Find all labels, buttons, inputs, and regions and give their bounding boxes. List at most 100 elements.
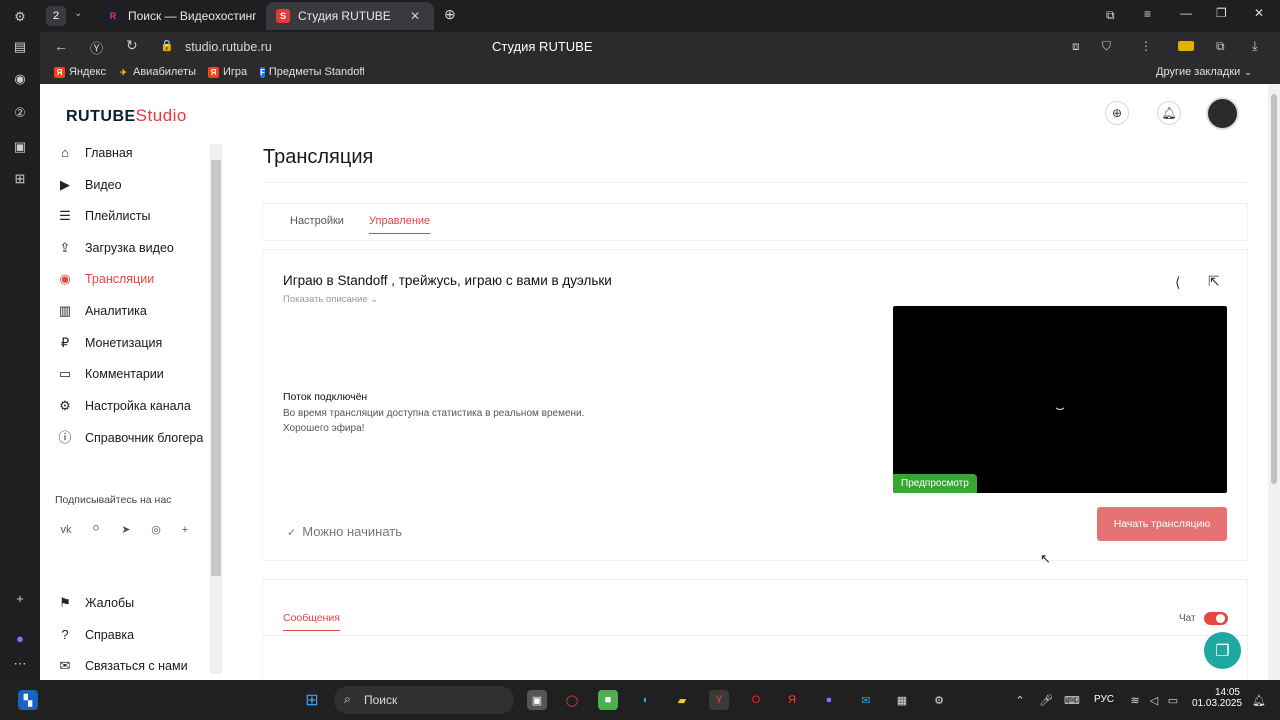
page-scroll-thumb[interactable] xyxy=(1271,94,1277,484)
opera-icon[interactable]: O xyxy=(746,690,766,710)
mail-app-icon[interactable]: ✉ xyxy=(856,690,876,710)
windows-start-icon[interactable]: ⊞ xyxy=(302,690,322,710)
show-description-link[interactable]: Показать описание ⌄ xyxy=(283,294,378,305)
steam-icon[interactable]: ⚙ xyxy=(929,690,949,710)
close-tab-icon[interactable]: ✕ xyxy=(410,9,420,23)
sidebar-item-video[interactable]: ▶ Видео xyxy=(57,174,217,196)
collections-icon[interactable]: ▤ xyxy=(11,38,29,56)
avatar[interactable] xyxy=(1206,97,1239,130)
tab-settings[interactable]: Настройки xyxy=(290,215,344,227)
yandex-icon[interactable]: Я xyxy=(782,690,802,710)
battery-icon[interactable] xyxy=(1178,41,1194,51)
start-broadcast-button[interactable]: Начать трансляцию xyxy=(1097,507,1227,541)
bookmark-flights[interactable]: ✈ Авиабилеты xyxy=(118,66,196,78)
tab-tools-icon[interactable]: ⧉ xyxy=(1106,8,1115,23)
browser-main-menu-icon[interactable]: ≡ xyxy=(1144,7,1151,21)
tab-search[interactable]: R Поиск — Видеохостинг R xyxy=(96,2,260,30)
bookmark-icon[interactable]: ⛉ xyxy=(1102,39,1111,54)
sidebar-item-contact[interactable]: ✉ Связаться с нами xyxy=(57,655,217,677)
browser-menu-icon[interactable]: ⚙ xyxy=(11,8,29,26)
sidebar-item-comments[interactable]: ▭ Комментарии xyxy=(57,363,217,385)
media-icon[interactable]: ◉ xyxy=(11,70,29,88)
apps-icon[interactable]: ⊞ xyxy=(11,170,29,188)
notifications-icon[interactable]: 🔔︎ xyxy=(1249,690,1269,710)
minimize-icon[interactable]: — xyxy=(1180,6,1192,20)
tab-counter[interactable]: 2 xyxy=(46,6,66,26)
bell-icon[interactable]: 🔔︎ xyxy=(1157,101,1181,125)
bookmark-game[interactable]: Я Игра xyxy=(208,66,247,78)
telegram-icon[interactable]: ➤ xyxy=(117,521,135,539)
sidebar-item-analytics[interactable]: ▥ Аналитика xyxy=(57,300,217,322)
open-external-icon[interactable]: ⇱ xyxy=(1208,273,1220,290)
sidebar-item-playlists[interactable]: ☰ Плейлисты xyxy=(57,205,217,227)
sidebar-item-upload[interactable]: ⇪ Загрузка видео xyxy=(57,237,217,259)
opera-gx-icon[interactable]: ◯ xyxy=(562,690,582,710)
sidebar-item-broadcasts[interactable]: ◉ Трансляции xyxy=(57,268,217,290)
collections-bar-icon[interactable]: ⧉ xyxy=(1216,39,1225,54)
screenshot-icon[interactable]: ▣ xyxy=(11,138,29,156)
yandex-icon[interactable]: Ⓨ xyxy=(90,38,103,57)
language-indicator[interactable]: РУС xyxy=(1094,694,1114,705)
sidebar-item-blogger-guide[interactable]: ⓘ Справочник блогера xyxy=(57,427,217,449)
info-icon: ⓘ xyxy=(58,430,72,445)
sidebar-item-label: Аналитика xyxy=(85,304,147,318)
sidebar-scrollbar[interactable] xyxy=(210,144,222,674)
url-text[interactable]: studio.rutube.ru xyxy=(185,40,272,54)
download-icon[interactable]: ⤓ xyxy=(1252,38,1258,54)
tab-studio[interactable]: S Студия RUTUBE ✕ xyxy=(266,2,434,30)
viber-icon[interactable]: ◎ xyxy=(147,521,165,539)
add-panel-icon[interactable]: + xyxy=(11,590,29,608)
alice-icon[interactable]: ● xyxy=(819,690,839,710)
workspace-2-icon[interactable]: ② xyxy=(11,104,29,122)
vk-icon[interactable]: vk xyxy=(57,521,75,539)
rutube-studio-logo[interactable]: RUTUBEStudio xyxy=(66,106,187,126)
new-tab-icon[interactable]: ⊕ xyxy=(444,6,456,23)
folder-icon[interactable]: ▰ xyxy=(672,690,692,710)
more-social-icon[interactable]: + xyxy=(176,521,194,539)
chat-toggle[interactable] xyxy=(1204,612,1228,625)
more-icon[interactable]: ⋯ xyxy=(11,655,29,673)
sidebar-item-label: Комментарии xyxy=(85,367,164,381)
sidebar-item-complaints[interactable]: ⚑ Жалобы xyxy=(57,592,217,614)
sidebar-item-monetization[interactable]: ₽ Монетизация xyxy=(57,332,217,354)
tab-messages[interactable]: Сообщения xyxy=(283,612,340,631)
sidebar-scroll-thumb[interactable] xyxy=(211,160,221,576)
lock-icon[interactable]: 🔒 xyxy=(160,39,174,52)
bookmark-yandex[interactable]: Я Яндекс xyxy=(54,66,106,78)
video-preview[interactable]: Предпросмотр xyxy=(893,306,1227,493)
restore-icon[interactable]: ❐ xyxy=(1216,6,1227,20)
support-chat-icon[interactable]: ❐ xyxy=(1204,632,1241,669)
sidebar-item-home[interactable]: ⌂ Главная xyxy=(57,142,217,164)
ok-icon[interactable]: ᴼ xyxy=(87,521,105,539)
other-bookmarks[interactable]: Другие закладки ⌄ xyxy=(1156,66,1252,78)
task-view-icon[interactable]: ▣ xyxy=(527,690,547,710)
more-vertical-icon[interactable]: ⋮ xyxy=(1140,39,1152,53)
battery-tray-icon[interactable]: ▭ xyxy=(1163,690,1183,710)
minecraft-icon[interactable]: ■ xyxy=(598,690,618,710)
yandex-browser-icon[interactable]: Y xyxy=(709,690,729,710)
page-scrollbar[interactable] xyxy=(1268,84,1280,680)
alice-icon[interactable]: ● xyxy=(11,630,29,648)
reload-icon[interactable]: ↻ xyxy=(126,37,138,54)
window-close-icon[interactable]: ✕ xyxy=(1254,6,1264,20)
create-icon[interactable]: ⊕ xyxy=(1105,101,1129,125)
wifi-icon[interactable]: ≋ xyxy=(1125,690,1145,710)
calculator-icon[interactable]: ▦ xyxy=(892,690,912,710)
widgets-icon[interactable]: ▚ xyxy=(18,690,38,710)
volume-icon[interactable]: ◁ xyxy=(1144,690,1164,710)
edge-icon[interactable]: ◐ xyxy=(636,690,656,710)
check-icon: ✓ xyxy=(287,527,297,539)
chevron-down-icon[interactable]: ⌄ xyxy=(74,8,82,19)
tab-management[interactable]: Управление xyxy=(369,215,431,234)
microphone-icon[interactable]: 🎤︎ xyxy=(1036,690,1056,710)
sidebar-item-channel-settings[interactable]: ⚙ Настройка канала xyxy=(57,395,217,417)
share-icon[interactable]: ⟨ xyxy=(1175,274,1180,291)
back-icon[interactable]: ← xyxy=(54,38,68,54)
taskbar-search[interactable]: ⌕ Поиск xyxy=(334,686,514,714)
sidebar-item-help[interactable]: ? Справка xyxy=(57,624,217,646)
extensions-icon[interactable]: ⧈ xyxy=(1072,39,1080,54)
tray-expand-icon[interactable]: ⌃ xyxy=(1010,690,1030,710)
keyboard-icon[interactable]: ⌨ xyxy=(1062,690,1082,710)
bookmark-standoff[interactable]: F Предметы Standoff xyxy=(260,66,364,78)
clock[interactable]: 14:05 01.03.2025 xyxy=(1192,687,1242,709)
